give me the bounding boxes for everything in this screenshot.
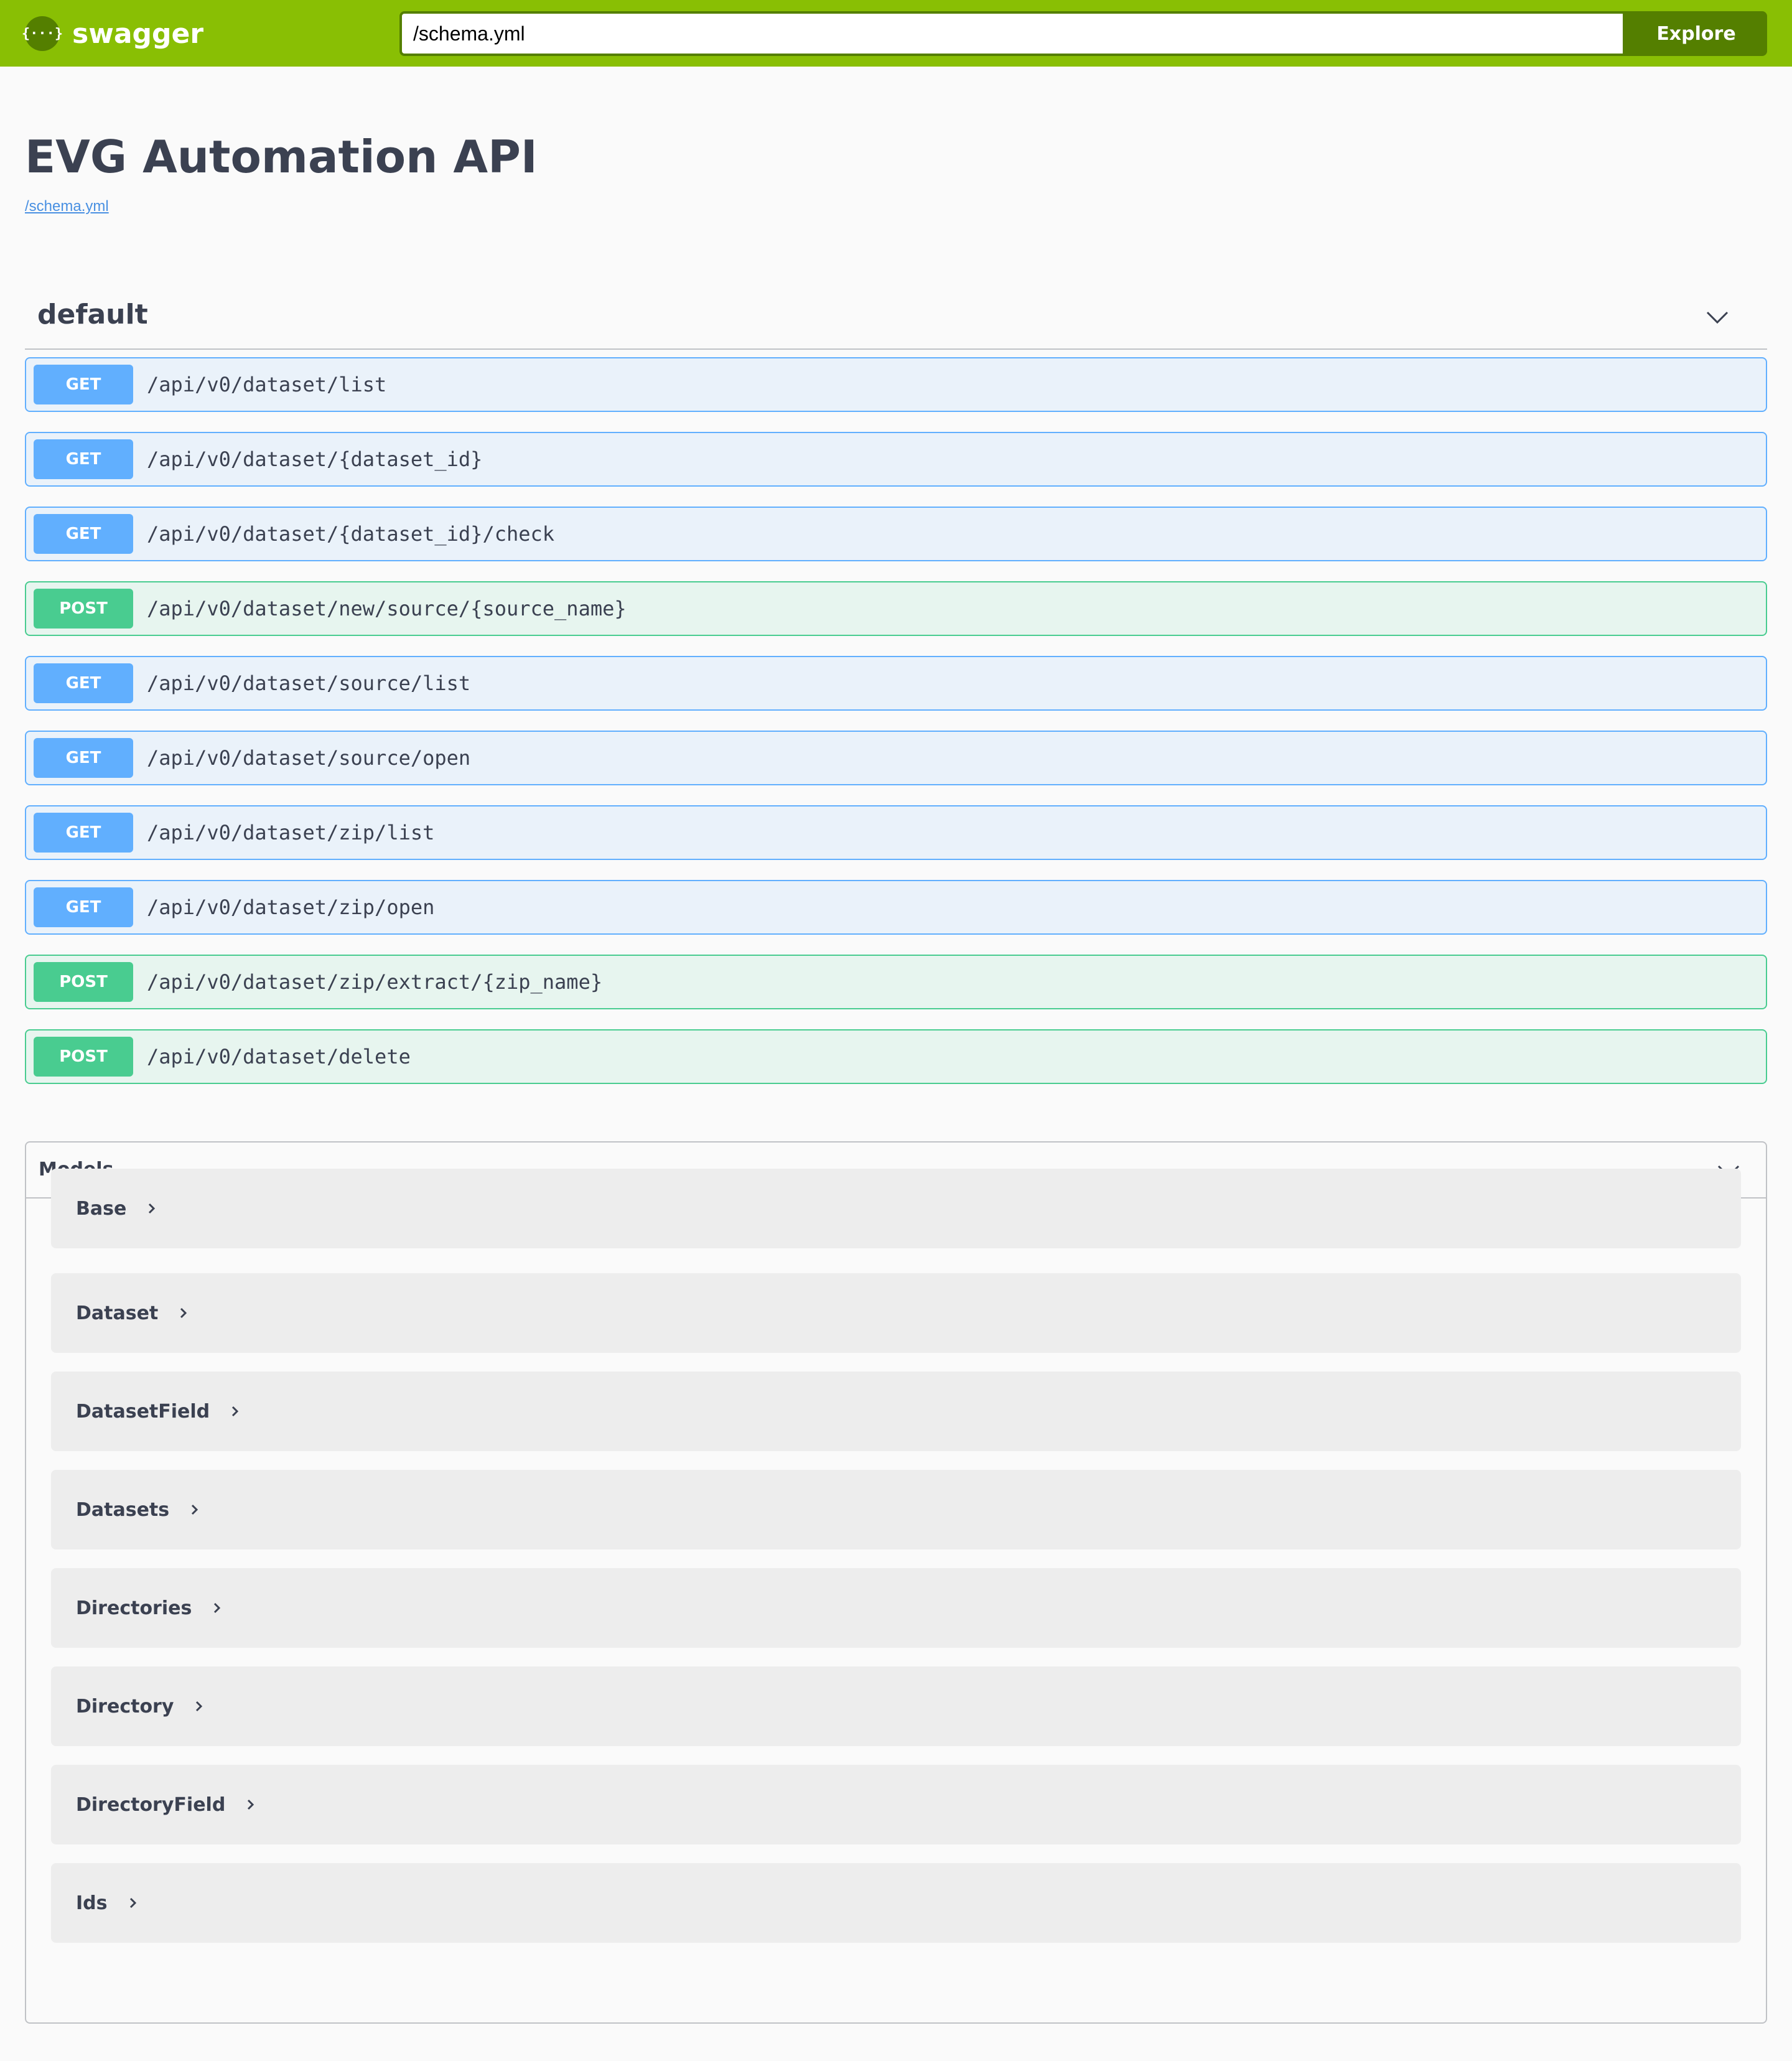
- operation-path: /api/v0/dataset/list: [147, 373, 387, 396]
- operation-path: /api/v0/dataset/source/list: [147, 671, 471, 695]
- model-name: Base: [76, 1197, 127, 1220]
- model-item[interactable]: Datasets: [51, 1470, 1741, 1549]
- tag-name: default: [37, 299, 148, 330]
- model-name: Dataset: [76, 1302, 159, 1324]
- model-item[interactable]: DirectoryField: [51, 1765, 1741, 1844]
- operation-path: /api/v0/dataset/new/source/{source_name}: [147, 597, 627, 620]
- chevron-right-icon[interactable]: [213, 1601, 222, 1615]
- chevron-right-icon[interactable]: [195, 1699, 203, 1714]
- swagger-logo[interactable]: {···} swagger: [22, 16, 204, 51]
- method-badge: GET: [34, 514, 133, 554]
- model-item[interactable]: DatasetField: [51, 1372, 1741, 1451]
- operation-path: /api/v0/dataset/source/open: [147, 746, 471, 770]
- method-badge: GET: [34, 439, 133, 479]
- model-item[interactable]: Directories: [51, 1568, 1741, 1648]
- swagger-logo-text: swagger: [72, 17, 204, 50]
- operation-get[interactable]: GET/api/v0/dataset/{dataset_id}/check: [25, 507, 1767, 561]
- operations-list: GET/api/v0/dataset/list GET/api/v0/datase…: [25, 357, 1767, 1104]
- model-name: Directories: [76, 1597, 192, 1619]
- operation-path: /api/v0/dataset/zip/extract/{zip_name}: [147, 970, 603, 994]
- tag-header-default[interactable]: default: [25, 292, 1767, 350]
- operation-post[interactable]: POST/api/v0/dataset/new/source/{source_n…: [25, 581, 1767, 636]
- chevron-down-icon[interactable]: [1705, 307, 1730, 326]
- operation-get[interactable]: GET/api/v0/dataset/zip/open: [25, 880, 1767, 935]
- operation-post[interactable]: POST/api/v0/dataset/delete: [25, 1029, 1767, 1084]
- method-badge: GET: [34, 663, 133, 703]
- models-section: Models BaseDatasetDatasetFieldDatasetsDi…: [25, 1141, 1767, 2024]
- model-name: Datasets: [76, 1498, 170, 1521]
- model-item[interactable]: Base: [51, 1169, 1741, 1248]
- method-badge: POST: [34, 962, 133, 1002]
- operation-get[interactable]: GET/api/v0/dataset/list: [25, 357, 1767, 412]
- model-name: DatasetField: [76, 1400, 210, 1423]
- chevron-right-icon[interactable]: [129, 1895, 138, 1910]
- operation-get[interactable]: GET/api/v0/dataset/source/open: [25, 731, 1767, 785]
- model-name: DirectoryField: [76, 1793, 226, 1816]
- model-item[interactable]: Dataset: [51, 1273, 1741, 1353]
- method-badge: GET: [34, 813, 133, 853]
- operation-path: /api/v0/dataset/{dataset_id}: [147, 447, 483, 471]
- operation-get[interactable]: GET/api/v0/dataset/{dataset_id}: [25, 432, 1767, 487]
- chevron-right-icon[interactable]: [190, 1502, 199, 1517]
- operation-get[interactable]: GET/api/v0/dataset/zip/list: [25, 805, 1767, 860]
- model-item[interactable]: Directory: [51, 1666, 1741, 1746]
- method-badge: GET: [34, 365, 133, 404]
- operation-path: /api/v0/dataset/zip/open: [147, 895, 435, 919]
- top-bar: {···} swagger Explore: [0, 0, 1792, 67]
- operation-path: /api/v0/dataset/delete: [147, 1045, 411, 1068]
- operation-path: /api/v0/dataset/zip/list: [147, 821, 435, 844]
- spec-url-input[interactable]: [399, 11, 1625, 56]
- operation-post[interactable]: POST/api/v0/dataset/zip/extract/{zip_nam…: [25, 955, 1767, 1009]
- method-badge: GET: [34, 887, 133, 927]
- spec-url-link[interactable]: /schema.yml: [25, 198, 109, 215]
- method-badge: GET: [34, 738, 133, 778]
- operation-get[interactable]: GET/api/v0/dataset/source/list: [25, 656, 1767, 711]
- model-name: Directory: [76, 1695, 174, 1718]
- model-name: Ids: [76, 1892, 108, 1914]
- operation-path: /api/v0/dataset/{dataset_id}/check: [147, 522, 555, 546]
- chevron-right-icon[interactable]: [147, 1201, 156, 1216]
- model-item[interactable]: Ids: [51, 1863, 1741, 1943]
- chevron-right-icon[interactable]: [231, 1404, 240, 1419]
- method-badge: POST: [34, 1037, 133, 1077]
- swagger-logo-icon: {···}: [22, 16, 63, 51]
- api-title: EVG Automation API: [25, 131, 538, 183]
- method-badge: POST: [34, 589, 133, 629]
- chevron-right-icon[interactable]: [246, 1797, 255, 1812]
- chevron-right-icon[interactable]: [179, 1306, 188, 1320]
- explore-button[interactable]: Explore: [1625, 11, 1767, 56]
